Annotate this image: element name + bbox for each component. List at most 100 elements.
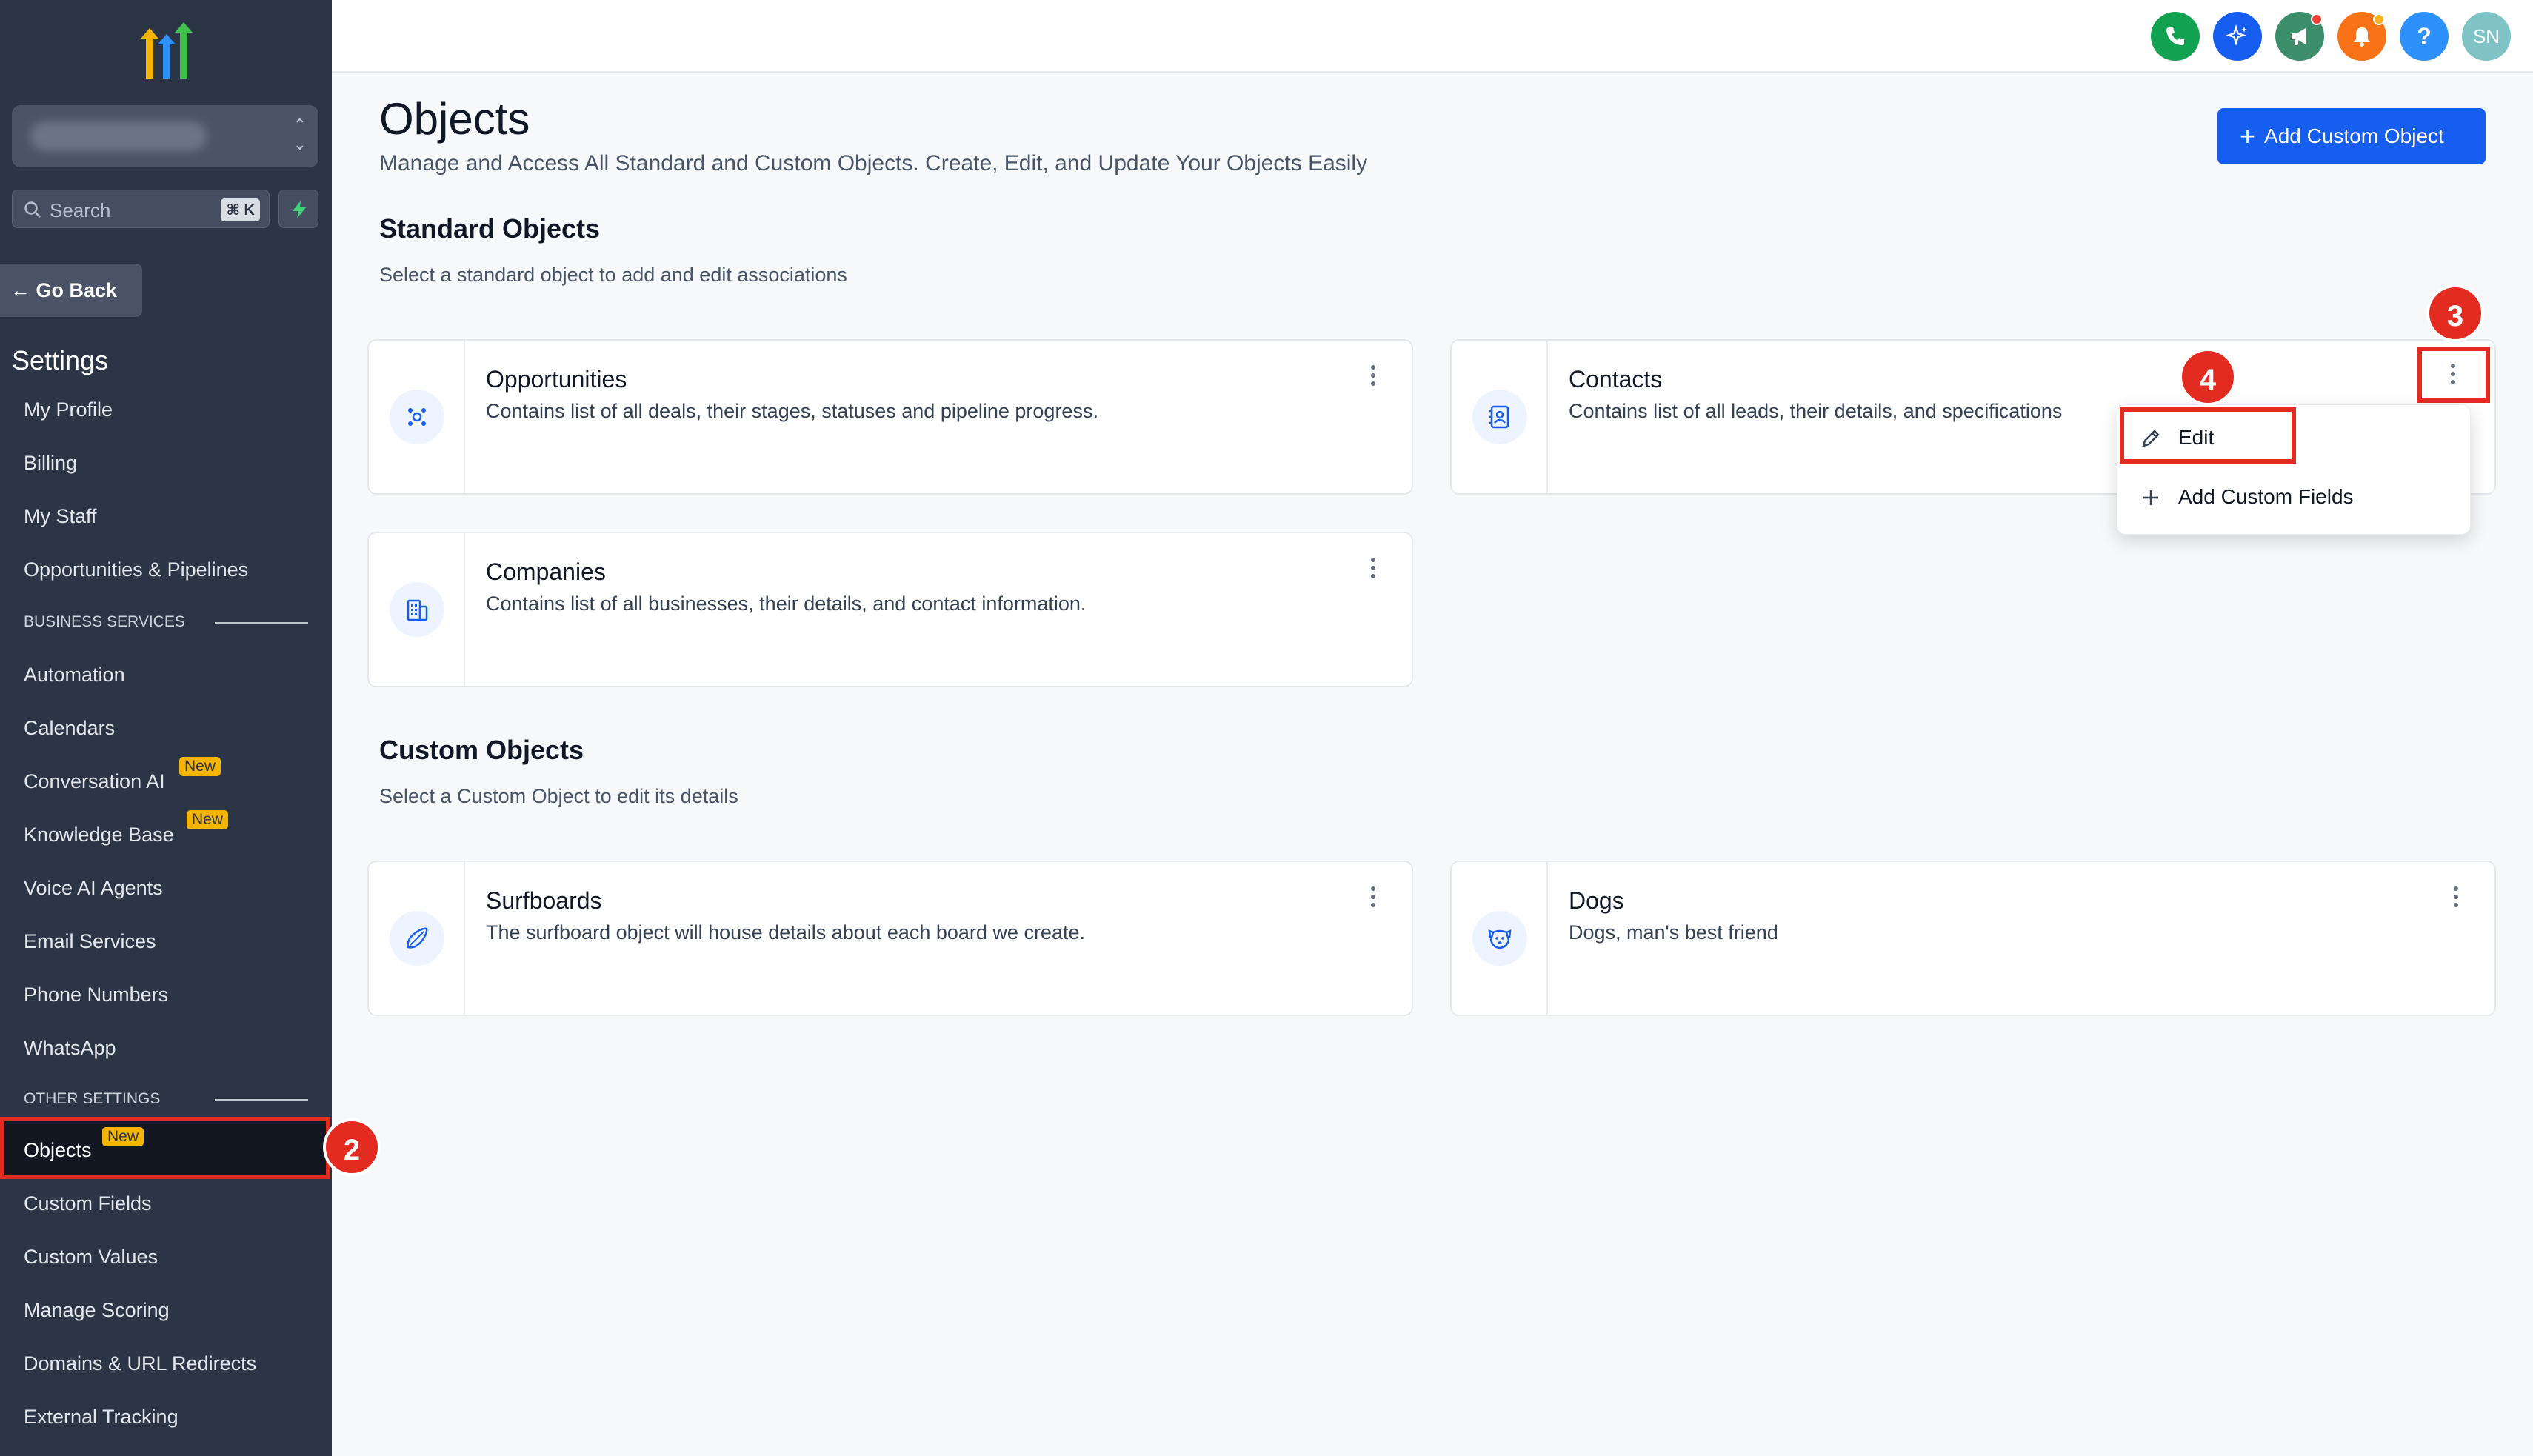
sidebar-item-knowledge-base[interactable]: Knowledge Base bbox=[24, 824, 174, 846]
annotation-step-2: 2 bbox=[323, 1118, 381, 1176]
icon-badge bbox=[390, 911, 444, 966]
ai-assistant-button[interactable] bbox=[2213, 12, 2262, 61]
card-icon-column bbox=[1452, 862, 1548, 1015]
sidebar-item-custom-fields[interactable]: Custom Fields bbox=[24, 1192, 152, 1215]
announcements-button[interactable] bbox=[2275, 12, 2324, 61]
card-icon-column bbox=[1452, 341, 1548, 493]
kebab-menu-icon[interactable] bbox=[1367, 363, 1379, 393]
sidebar-item-voice-ai-agents[interactable]: Voice AI Agents bbox=[24, 877, 163, 900]
page-title: Objects bbox=[379, 94, 530, 144]
object-card-surfboards[interactable]: Surfboards The surfboard object will hou… bbox=[367, 861, 1413, 1016]
settings-heading: Settings bbox=[12, 345, 109, 375]
quick-action-button[interactable] bbox=[278, 190, 318, 228]
custom-objects-heading: Custom Objects bbox=[379, 735, 584, 765]
sidebar-item-conversation-ai[interactable]: Conversation AI bbox=[24, 770, 165, 793]
surfboard-icon bbox=[407, 927, 428, 949]
phone-icon bbox=[2166, 27, 2184, 45]
sidebar: ⌃ ⌄ Search ⌘ K ← Go Back Settings My Prof… bbox=[0, 0, 332, 1456]
add-custom-object-button[interactable]: + Add Custom Object bbox=[2217, 108, 2486, 164]
new-badge: New bbox=[102, 1127, 144, 1146]
topbar: ? SN bbox=[332, 0, 2533, 73]
sidebar-search[interactable]: Search ⌘ K bbox=[12, 190, 270, 228]
edit-highlight-box bbox=[2120, 407, 2296, 464]
section-divider bbox=[215, 622, 308, 624]
sidebar-item-objects[interactable]: Objects bbox=[24, 1139, 92, 1162]
sparkle-icon bbox=[2226, 24, 2247, 47]
kebab-menu-icon[interactable] bbox=[1367, 884, 1379, 914]
icon-badge bbox=[390, 390, 444, 444]
card-icon-column bbox=[369, 862, 465, 1015]
sidebar-item-my-staff[interactable]: My Staff bbox=[24, 505, 97, 528]
standard-objects-subtitle: Select a standard object to add and edit… bbox=[379, 264, 847, 286]
phone-button[interactable] bbox=[2151, 12, 2200, 61]
card-title: Dogs bbox=[1569, 887, 1624, 914]
sidebar-item-my-profile[interactable]: My Profile bbox=[24, 398, 113, 421]
annotation-step-4: 4 bbox=[2179, 348, 2237, 406]
plus-icon: + bbox=[2240, 121, 2256, 151]
page-subtitle: Manage and Access All Standard and Custo… bbox=[379, 151, 1368, 176]
user-avatar[interactable]: SN bbox=[2462, 12, 2511, 61]
sidebar-item-automation[interactable]: Automation bbox=[24, 664, 125, 687]
sidebar-item-opportunities-pipelines[interactable]: Opportunities & Pipelines bbox=[24, 558, 248, 581]
menu-item-add-custom-fields[interactable]: Add Custom Fields bbox=[2117, 472, 2470, 524]
dog-icon bbox=[1488, 929, 1512, 949]
card-description: Contains list of all businesses, their d… bbox=[486, 592, 1087, 615]
bell-icon bbox=[2354, 27, 2370, 47]
object-card-opportunities[interactable]: Opportunities Contains list of all deals… bbox=[367, 339, 1413, 495]
card-icon-column bbox=[369, 341, 465, 493]
opportunities-icon bbox=[408, 408, 426, 426]
sidebar-item-calendars[interactable]: Calendars bbox=[24, 717, 115, 740]
new-badge: New bbox=[179, 757, 221, 776]
sidebar-item-whatsapp[interactable]: WhatsApp bbox=[24, 1037, 116, 1060]
chevron-updown-icon: ⌃ ⌄ bbox=[293, 116, 307, 153]
object-card-companies[interactable]: Companies Contains list of all businesse… bbox=[367, 532, 1413, 687]
sidebar-item-custom-values[interactable]: Custom Values bbox=[24, 1246, 158, 1269]
notification-dot bbox=[2373, 13, 2385, 25]
sidebar-item-external-tracking[interactable]: External Tracking bbox=[24, 1406, 178, 1429]
contacts-kebab-highlight[interactable] bbox=[2417, 347, 2490, 403]
card-title: Companies bbox=[486, 558, 606, 585]
card-description: The surfboard object will house details … bbox=[486, 921, 1085, 944]
contacts-icon bbox=[1489, 405, 1509, 429]
search-shortcut: ⌘ K bbox=[221, 198, 260, 221]
notification-dot bbox=[2311, 13, 2323, 25]
custom-objects-subtitle: Select a Custom Object to edit its detai… bbox=[379, 785, 738, 807]
kebab-menu-icon[interactable] bbox=[2447, 361, 2459, 391]
account-switcher[interactable]: ⌃ ⌄ bbox=[12, 105, 318, 167]
annotation-step-3: 3 bbox=[2426, 284, 2484, 342]
search-label: Search bbox=[50, 199, 111, 221]
plus-icon bbox=[2143, 490, 2158, 505]
sidebar-item-phone-numbers[interactable]: Phone Numbers bbox=[24, 984, 168, 1006]
sidebar-item-email-services[interactable]: Email Services bbox=[24, 930, 156, 953]
add-custom-object-label: Add Custom Object bbox=[2264, 124, 2444, 147]
notifications-button[interactable] bbox=[2337, 12, 2386, 61]
section-divider bbox=[215, 1099, 308, 1101]
help-icon: ? bbox=[2417, 23, 2432, 50]
bolt-icon bbox=[293, 201, 306, 218]
account-name-blurred bbox=[30, 121, 207, 151]
card-description: Dogs, man's best friend bbox=[1569, 921, 1778, 944]
sidebar-item-manage-scoring[interactable]: Manage Scoring bbox=[24, 1299, 170, 1322]
card-description: Contains list of all leads, their detail… bbox=[1569, 400, 2063, 422]
card-title: Contacts bbox=[1569, 366, 1663, 393]
section-other-settings: OTHER SETTINGS bbox=[24, 1090, 161, 1107]
new-badge: New bbox=[187, 810, 229, 829]
search-icon bbox=[24, 201, 41, 218]
menu-item-label: Add Custom Fields bbox=[2178, 485, 2354, 508]
kebab-menu-icon[interactable] bbox=[2450, 884, 2462, 914]
object-card-dogs[interactable]: Dogs Dogs, man's best friend bbox=[1450, 861, 2496, 1016]
kebab-menu-icon[interactable] bbox=[1367, 555, 1379, 585]
sidebar-item-billing[interactable]: Billing bbox=[24, 452, 77, 475]
section-business-services: BUSINESS SERVICES bbox=[24, 613, 185, 630]
sidebar-item-domains-redirects[interactable]: Domains & URL Redirects bbox=[24, 1352, 256, 1375]
card-title: Surfboards bbox=[486, 887, 602, 914]
standard-objects-heading: Standard Objects bbox=[379, 213, 601, 244]
app-logo-icon[interactable] bbox=[133, 22, 200, 81]
icon-badge bbox=[1472, 390, 1527, 444]
icon-badge bbox=[1472, 911, 1527, 966]
megaphone-icon bbox=[2292, 28, 2306, 45]
go-back-button[interactable]: ← Go Back bbox=[0, 264, 142, 317]
card-description: Contains list of all deals, their stages… bbox=[486, 400, 1098, 422]
help-button[interactable]: ? bbox=[2400, 12, 2449, 61]
card-title: Opportunities bbox=[486, 366, 627, 393]
